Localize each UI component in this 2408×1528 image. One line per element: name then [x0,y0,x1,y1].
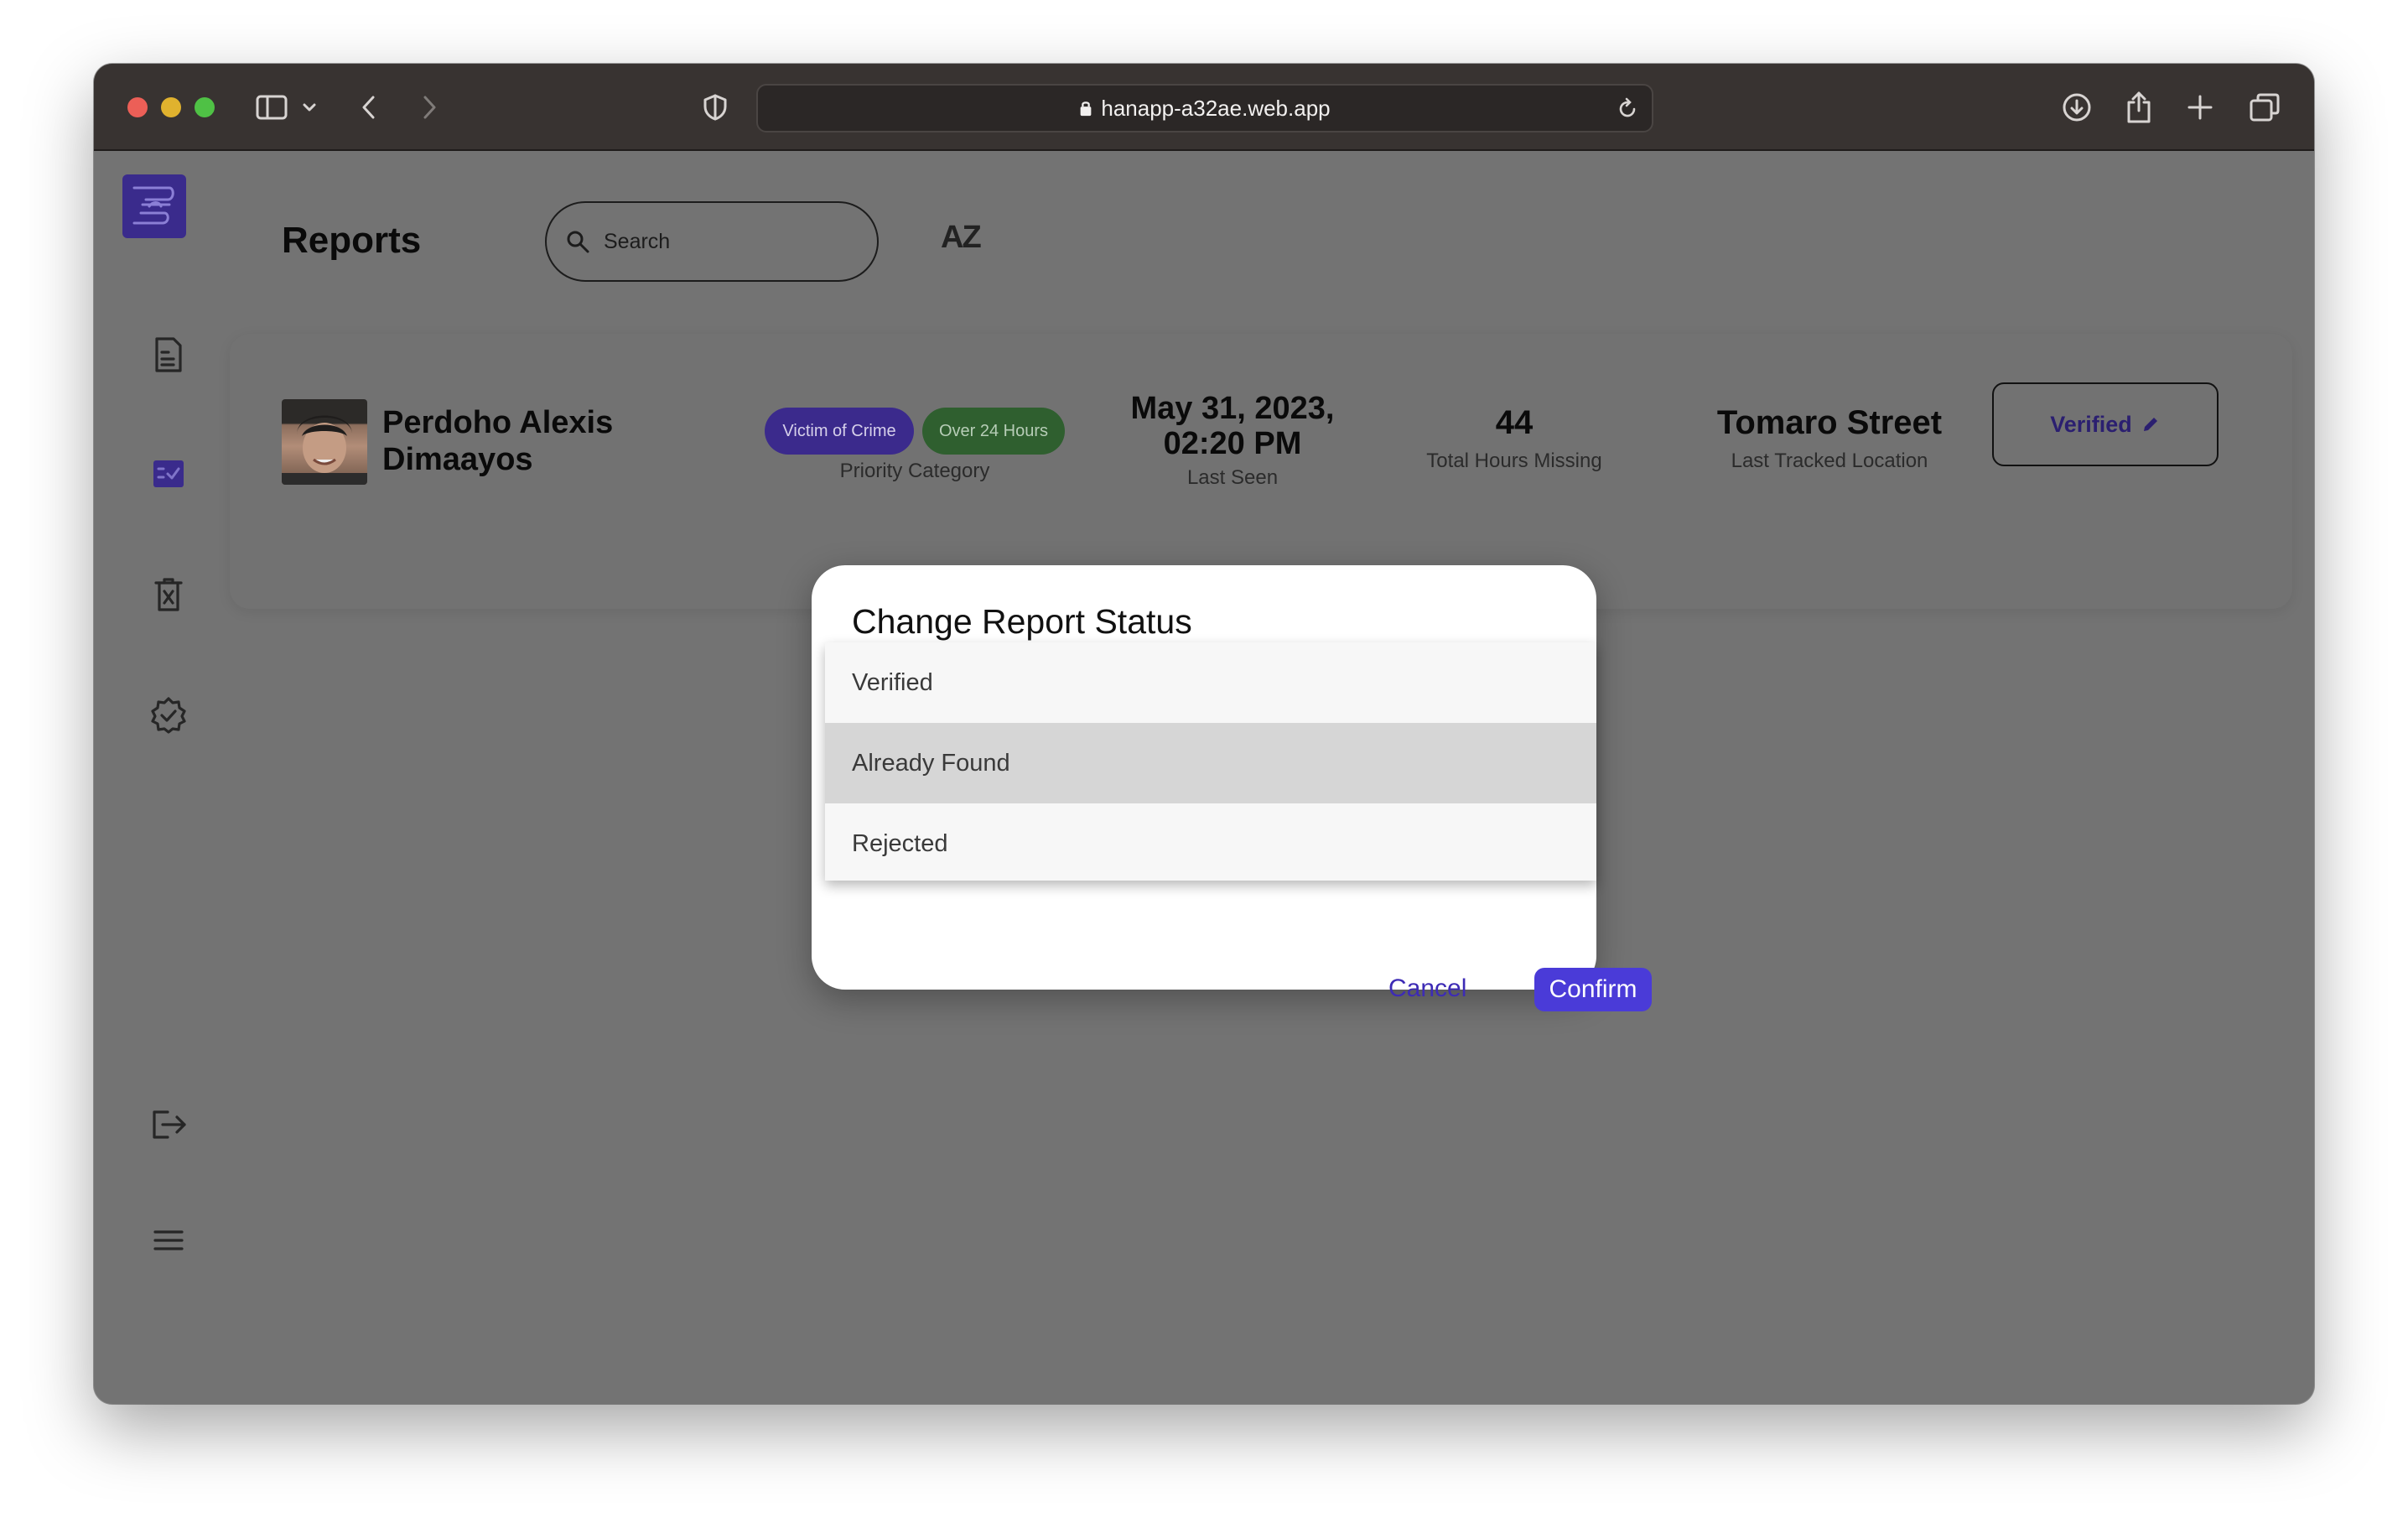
downloads-icon[interactable] [2061,89,2093,126]
person-name-line2: Dimaayos [382,442,533,477]
trash-icon[interactable] [136,562,201,627]
url-text: hanapp-a32ae.web.app [1101,95,1331,121]
chevron-down-icon[interactable] [302,89,317,126]
search-placeholder: Search [604,229,671,253]
person-name: Perdoho Alexis Dimaayos [382,404,613,478]
avatar [282,399,367,485]
browser-window: hanapp-a32ae.web.app Reports Search AZ P… [94,64,2314,1404]
hours-missing-value: 44 [1495,404,1534,441]
logout-icon[interactable] [136,1092,201,1157]
cancel-button[interactable]: Cancel [1388,974,1466,1003]
priority-category-label: Priority Category [839,460,990,482]
reload-icon[interactable] [1617,97,1638,125]
dialog-title: Change Report Status [852,602,1192,641]
location-value: Tomaro Street [1716,404,1943,441]
new-tab-icon[interactable] [2187,89,2213,126]
privacy-shield-icon[interactable] [703,89,728,126]
tab-overview-icon[interactable] [2249,89,2281,126]
status-dropdown: Verified Already Found Rejected [825,642,1596,881]
status-button[interactable]: Verified [1992,382,2219,466]
person-name-line1: Perdoho Alexis [382,405,614,440]
back-arrow-icon[interactable] [361,89,377,126]
lock-icon [1081,101,1092,117]
last-seen-value: May 31, 2023, 02:20 PM [1107,391,1358,461]
close-window-button[interactable] [127,97,148,117]
reports-icon[interactable] [136,322,201,387]
minimize-window-button[interactable] [161,97,181,117]
option-rejected[interactable]: Rejected [825,803,1596,884]
option-verified[interactable]: Verified [825,642,1596,723]
sidebar-toggle-icon[interactable] [255,89,288,126]
menu-icon[interactable] [136,1208,201,1273]
last-seen-label: Last Seen [1186,466,1279,489]
page-title: Reports [282,220,422,261]
maximize-window-button[interactable] [195,97,215,117]
last-seen-time: 02:20 PM [1163,426,1302,461]
search-icon [567,231,589,253]
share-icon[interactable] [2125,89,2153,126]
forward-arrow-icon[interactable] [421,89,438,126]
verified-badge-icon[interactable] [136,683,201,748]
location-label: Last Tracked Location [1731,450,1928,472]
app-logo[interactable] [122,174,186,238]
confirm-button[interactable]: Confirm [1534,968,1652,1011]
address-bar[interactable]: hanapp-a32ae.web.app [756,84,1653,133]
option-already-found[interactable]: Already Found [825,723,1596,803]
hours-missing-label: Total Hours Missing [1426,450,1602,472]
verified-reports-icon[interactable] [136,441,201,507]
browser-toolbar: hanapp-a32ae.web.app [94,64,2314,151]
pencil-icon [2143,418,2157,431]
badge-victim-of-crime: Victim of Crime [765,408,914,455]
badge-over-24-hours: Over 24 Hours [922,408,1065,455]
status-label: Verified [2050,411,2132,437]
last-seen-date: May 31, 2023, [1130,391,1335,426]
search-input[interactable]: Search [545,201,879,282]
sort-alphabetical-icon[interactable]: AZ [941,220,982,256]
